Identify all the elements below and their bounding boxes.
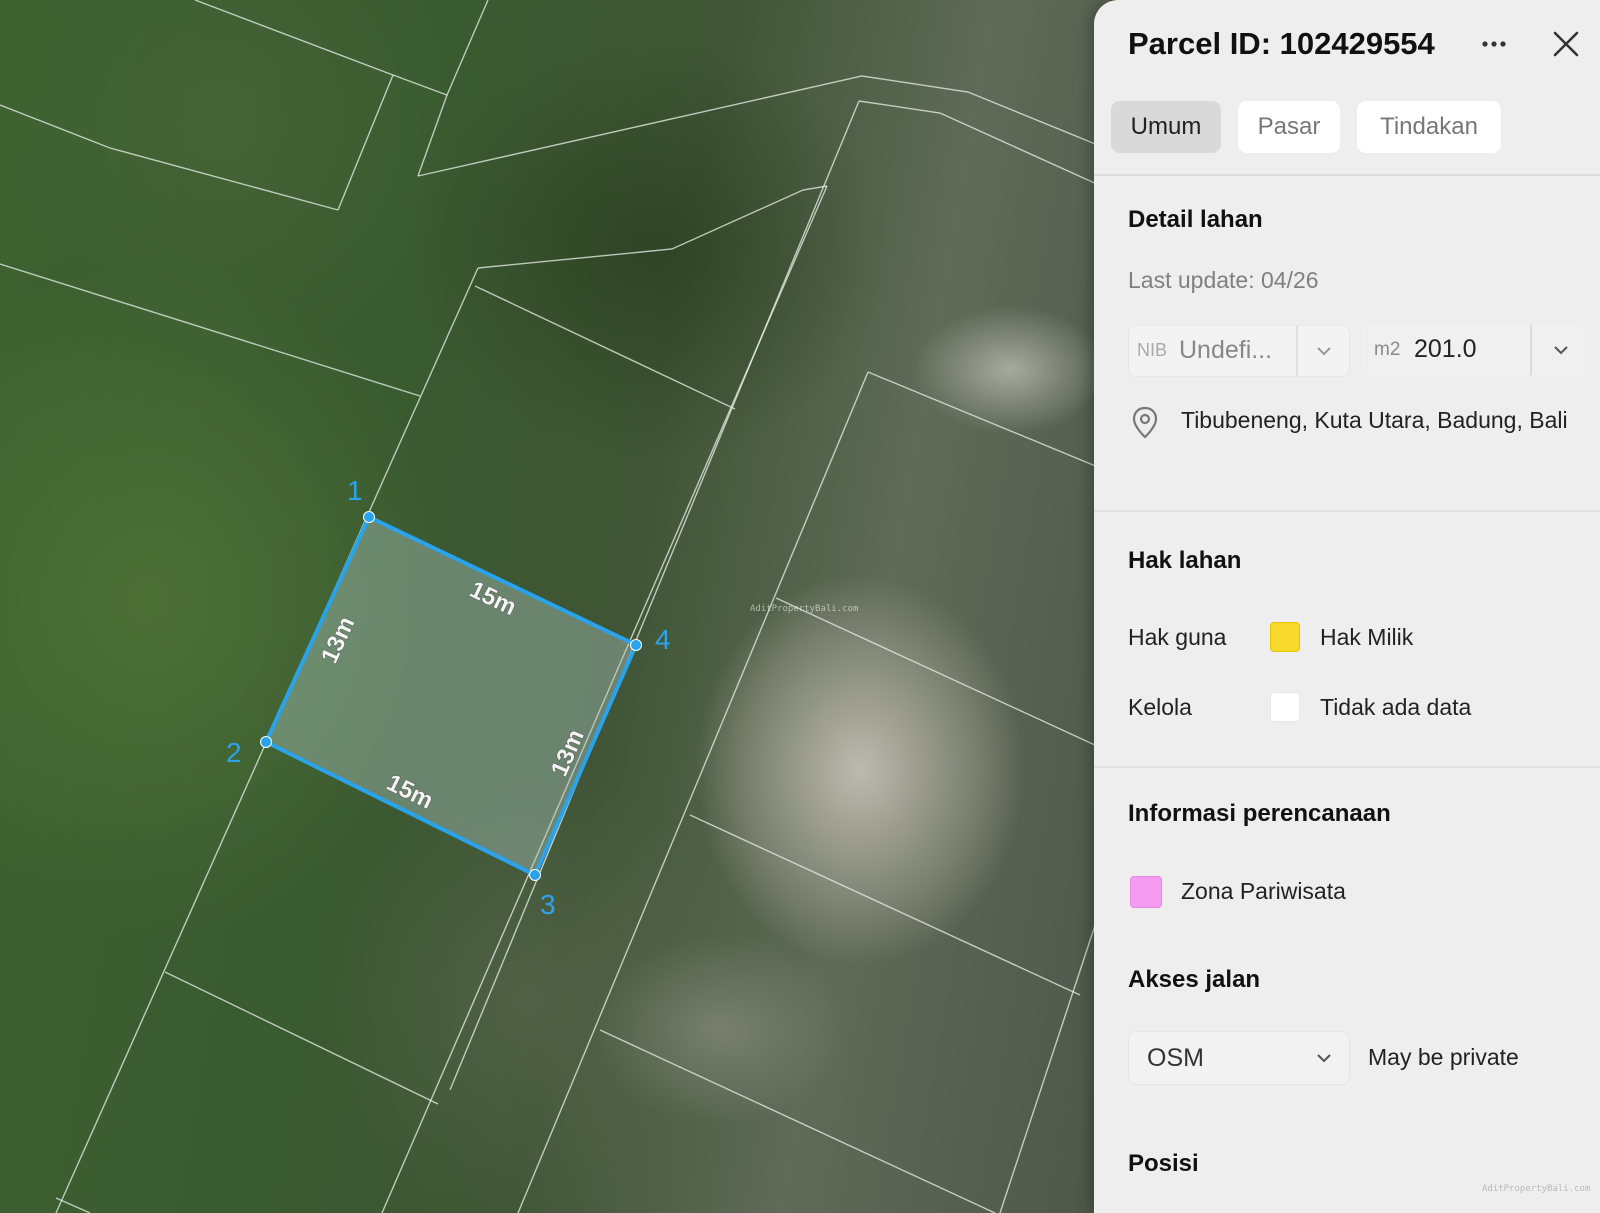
- panel-title: Parcel ID: 102429554: [1128, 26, 1435, 61]
- nib-prefix: NIB: [1137, 340, 1168, 360]
- area-unit: m2: [1374, 339, 1401, 360]
- parcel-boundary[interactable]: [689, 814, 1081, 996]
- road-source-value: OSM: [1147, 1044, 1204, 1072]
- field-divider: [1530, 325, 1532, 375]
- chevron-down-icon[interactable]: [1315, 1049, 1333, 1067]
- more-horizontal-icon[interactable]: [1480, 30, 1508, 58]
- parcel-boundary[interactable]: [477, 185, 828, 269]
- zone-swatch: [1130, 876, 1162, 908]
- nib-field[interactable]: NIB Undefi...: [1128, 325, 1350, 377]
- parcel-boundary[interactable]: [858, 100, 1110, 191]
- nib-value: Undefi...: [1179, 336, 1273, 364]
- field-divider: [1296, 326, 1298, 376]
- section-divider: [1094, 766, 1600, 768]
- parcel-boundary[interactable]: [867, 371, 1110, 473]
- vertex-handle[interactable]: [630, 639, 642, 651]
- parcel-address: Tibubeneng, Kuta Utara, Badung, Bali: [1181, 407, 1568, 433]
- parcel-boundary[interactable]: [0, 263, 421, 397]
- section-heading-land-rights: Hak lahan: [1128, 547, 1242, 574]
- vertex-handle[interactable]: [260, 736, 272, 748]
- vertex-label: 4: [655, 624, 671, 655]
- zone-label: Zona Pariwisata: [1181, 878, 1346, 904]
- parcel-boundary[interactable]: [599, 1029, 996, 1213]
- land-right-label: Hak guna: [1128, 624, 1227, 650]
- land-right-value: Tidak ada data: [1320, 694, 1472, 720]
- section-heading-road-access: Akses jalan: [1128, 966, 1261, 993]
- tab-pasar[interactable]: Pasar: [1238, 101, 1340, 153]
- vertex-handle[interactable]: [363, 511, 375, 523]
- section-heading-land-detail: Detail lahan: [1128, 206, 1263, 233]
- tab-tindakan[interactable]: Tindakan: [1357, 101, 1501, 153]
- parcel-boundary[interactable]: [392, 0, 489, 96]
- section-divider: [1094, 510, 1600, 512]
- road-access-status: May be private: [1368, 1044, 1519, 1070]
- selected-parcel[interactable]: 1 2 3 4 15m 13m 15m 13m: [226, 475, 671, 920]
- parcel-boundary[interactable]: [417, 75, 1110, 177]
- parcel-boundary[interactable]: [55, 1197, 91, 1213]
- parcel-boundary[interactable]: [164, 971, 439, 1105]
- section-heading-planning: Informasi perencanaan: [1128, 800, 1391, 827]
- tabs-divider: [1094, 174, 1600, 176]
- area-value: 201.0: [1414, 335, 1477, 363]
- parcel-detail-panel: Parcel ID: 102429554 Umum Pasar Tindakan…: [1094, 0, 1600, 1213]
- parcel-boundary[interactable]: [0, 104, 339, 211]
- map-pin-icon: [1131, 406, 1159, 440]
- corner-watermark: AditPropertyBali.com: [1482, 1184, 1591, 1194]
- section-heading-position: Posisi: [1128, 1150, 1199, 1177]
- close-icon[interactable]: [1550, 28, 1582, 60]
- road-source-select[interactable]: OSM: [1128, 1031, 1350, 1085]
- vertex-label: 1: [347, 475, 363, 506]
- selected-parcel-shape[interactable]: [264, 515, 638, 877]
- tab-umum[interactable]: Umum: [1111, 101, 1221, 153]
- hak-milik-swatch: [1270, 622, 1300, 652]
- vertex-label: 3: [540, 889, 556, 920]
- parcel-boundary[interactable]: [417, 94, 448, 177]
- chevron-down-icon[interactable]: [1315, 342, 1333, 360]
- watermark: AditPropertyBali.com: [750, 604, 858, 614]
- land-right-label: Kelola: [1128, 694, 1192, 720]
- area-field[interactable]: m2 201.0: [1362, 325, 1586, 375]
- last-update: Last update: 04/26: [1128, 267, 1319, 293]
- vertex-label: 2: [226, 737, 242, 768]
- chevron-down-icon[interactable]: [1552, 341, 1570, 359]
- land-right-value: Hak Milik: [1320, 624, 1414, 650]
- parcel-boundary[interactable]: [474, 285, 736, 410]
- satellite-map[interactable]: 1 2 3 4 15m 13m 15m 13m AditPropertyBali…: [0, 0, 1110, 1213]
- map-overlay: 1 2 3 4 15m 13m 15m 13m AditPropertyBali…: [0, 0, 1110, 1213]
- no-data-swatch: [1270, 692, 1300, 722]
- parcel-boundary[interactable]: [775, 597, 1110, 753]
- vertex-handle[interactable]: [529, 869, 541, 881]
